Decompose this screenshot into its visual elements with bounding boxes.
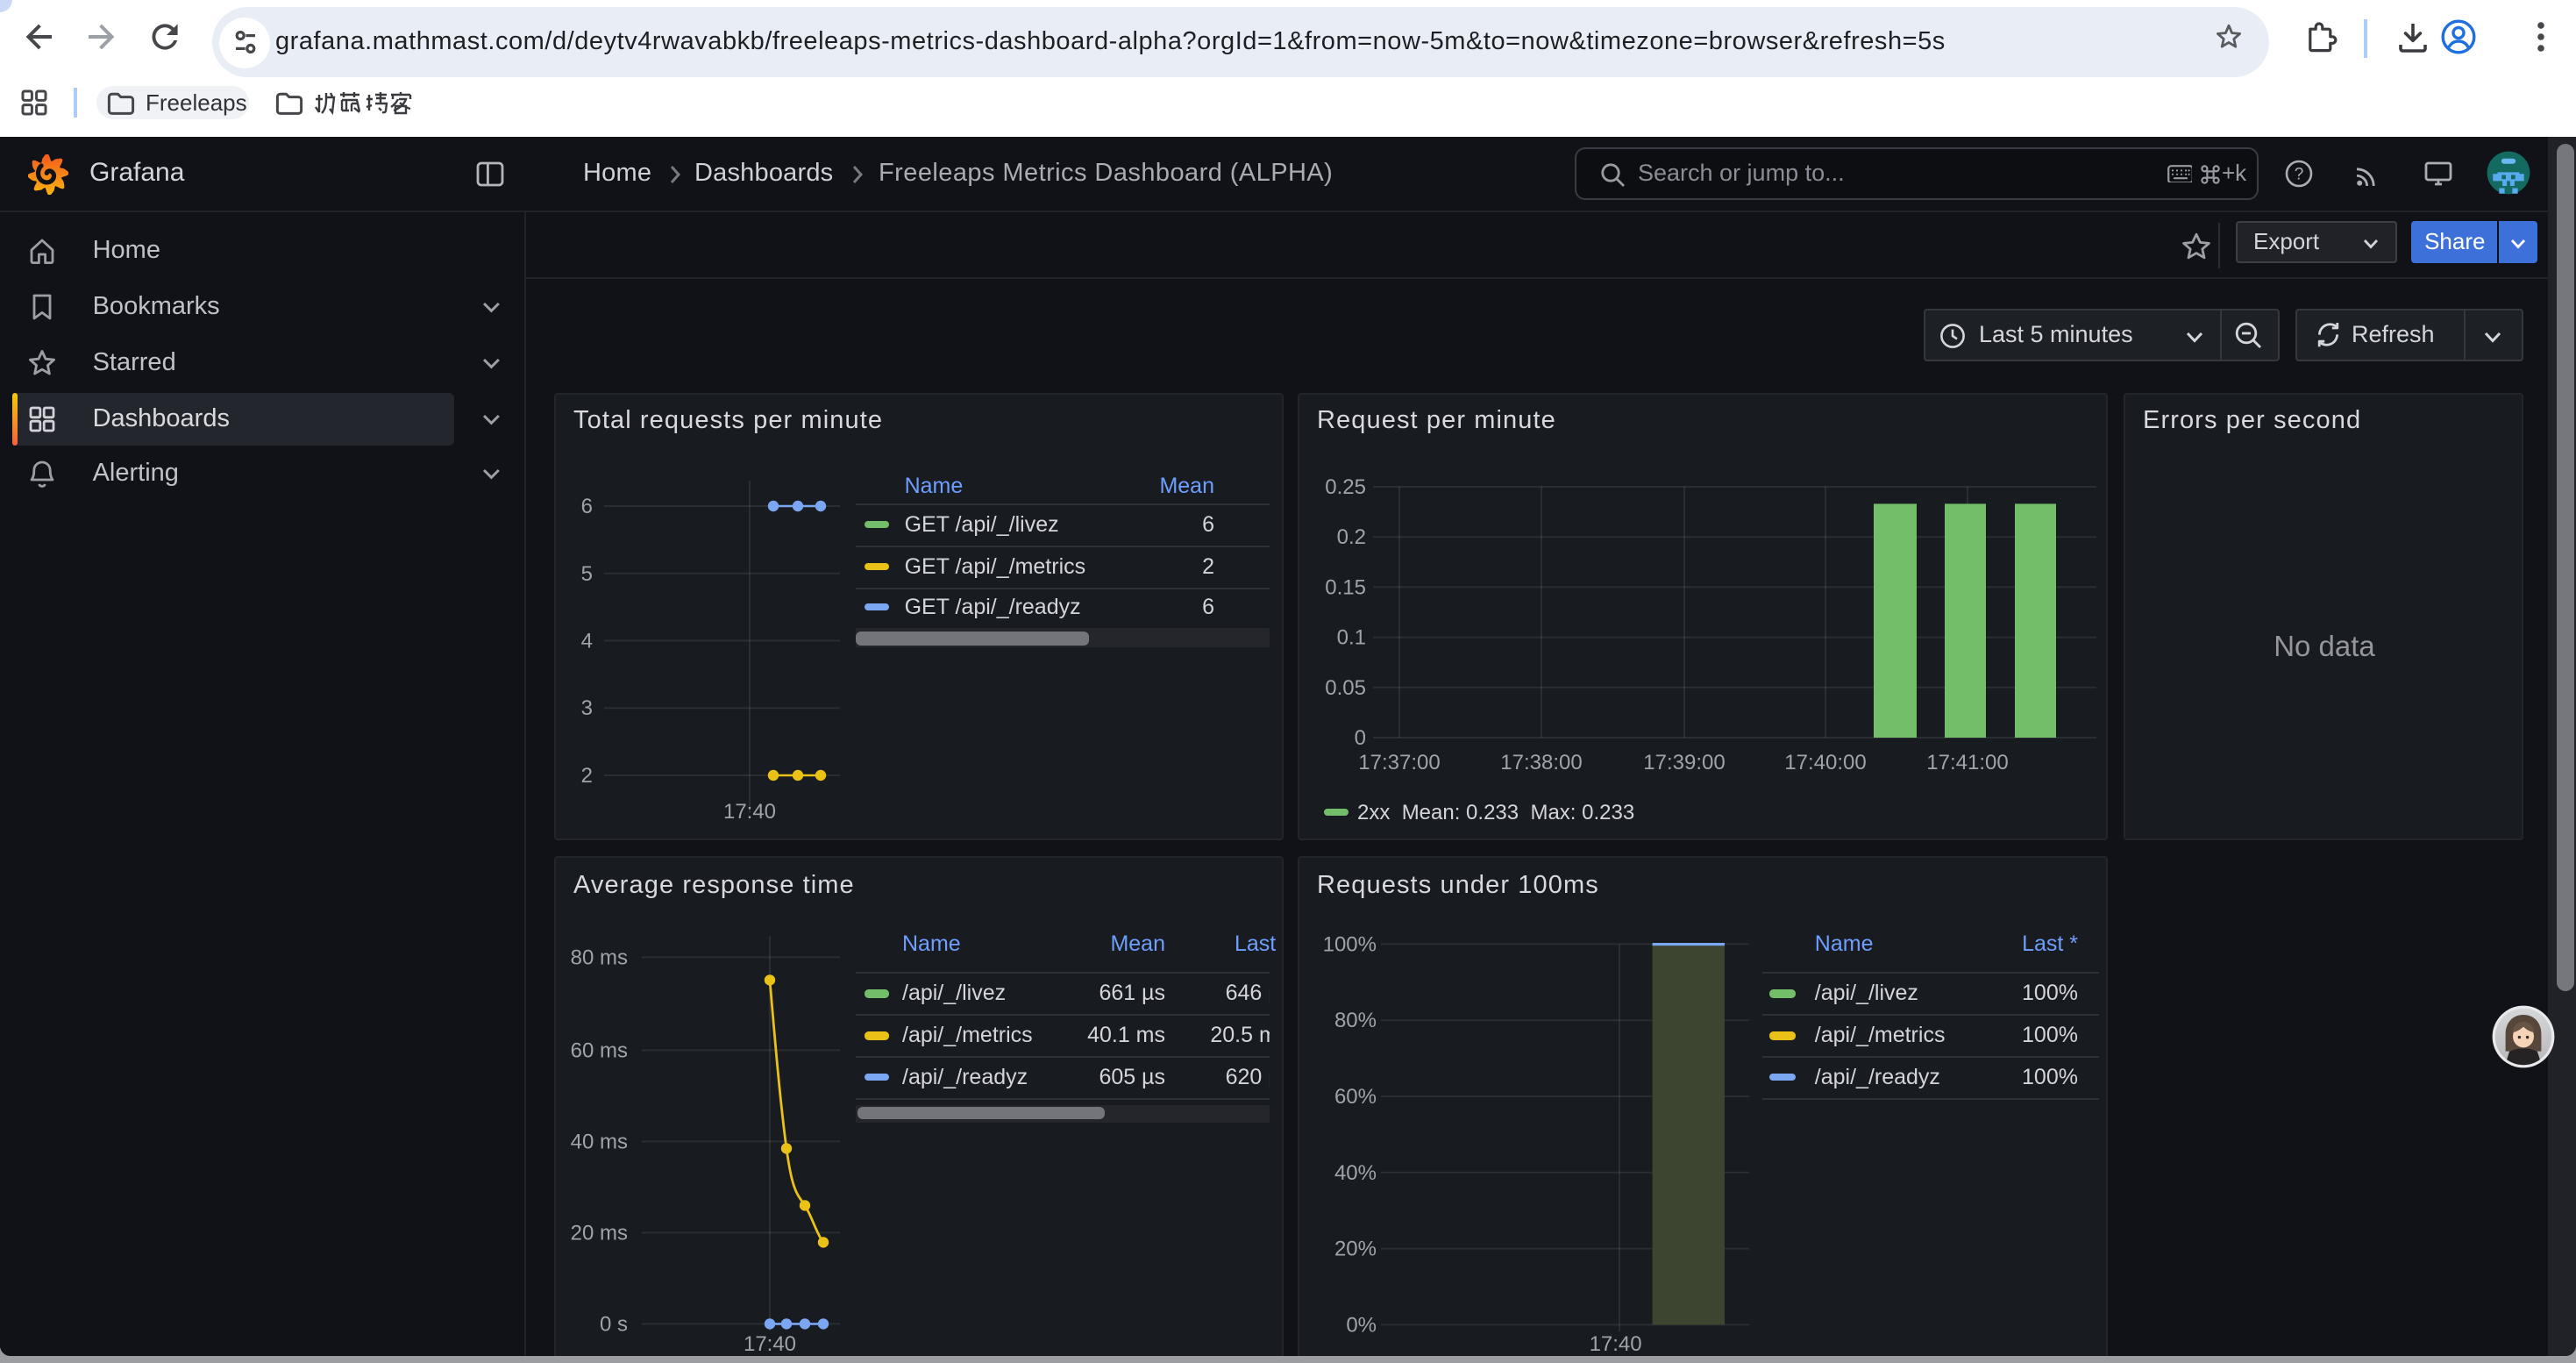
svg-text:17:38:00: 17:38:00 (1500, 750, 1582, 774)
svg-text:17:40: 17:40 (723, 799, 776, 823)
svg-text:0.15: 0.15 (1325, 574, 1366, 598)
svg-text:40%: 40% (1334, 1161, 1377, 1185)
svg-text:17:40:00: 17:40:00 (1784, 750, 1866, 774)
svg-text:0.1: 0.1 (1337, 625, 1366, 649)
svg-text:60 ms: 60 ms (571, 1039, 628, 1063)
svg-text:0: 0 (1355, 725, 1366, 749)
svg-text:17:37:00: 17:37:00 (1358, 750, 1440, 774)
svg-text:?: ? (2295, 166, 2304, 184)
svg-text:60%: 60% (1334, 1086, 1377, 1110)
svg-text:2: 2 (581, 763, 593, 787)
svg-text:17:40: 17:40 (1590, 1333, 1642, 1355)
svg-text:0.25: 0.25 (1325, 475, 1366, 498)
svg-text:6: 6 (581, 494, 593, 517)
svg-text:5: 5 (581, 561, 593, 585)
svg-text:4: 4 (581, 629, 593, 653)
svg-text:0.2: 0.2 (1337, 525, 1366, 548)
svg-text:20 ms: 20 ms (571, 1222, 628, 1245)
svg-text:0%: 0% (1346, 1314, 1377, 1338)
svg-text:3: 3 (581, 696, 593, 719)
svg-text:80%: 80% (1334, 1010, 1377, 1033)
svg-text:20%: 20% (1334, 1238, 1377, 1261)
svg-text:0 s: 0 s (600, 1313, 628, 1337)
svg-text:80 ms: 80 ms (571, 946, 628, 970)
svg-text:100%: 100% (1323, 933, 1377, 957)
svg-text:17:39:00: 17:39:00 (1643, 750, 1725, 774)
svg-text:17:41:00: 17:41:00 (1926, 750, 2008, 774)
svg-text:17:40: 17:40 (744, 1333, 796, 1355)
svg-text:40 ms: 40 ms (571, 1131, 628, 1154)
svg-text:0.05: 0.05 (1325, 675, 1366, 699)
